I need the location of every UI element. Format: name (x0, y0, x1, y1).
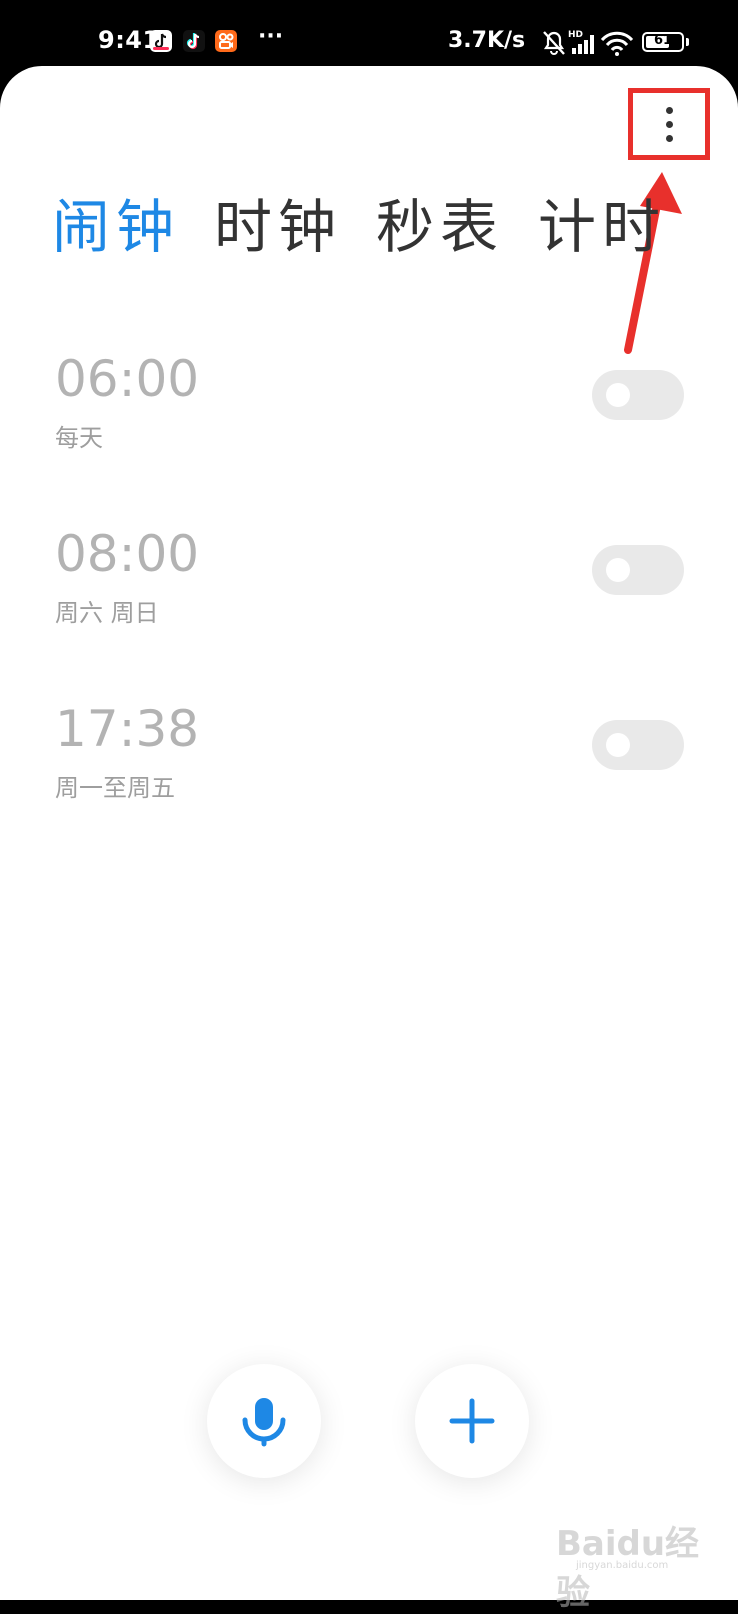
status-bar: 9:41 ··· 3.7K/s HD 61 (0, 0, 738, 66)
tiktok-lite-icon (150, 30, 172, 52)
tab-clock[interactable]: 时钟 (214, 180, 342, 264)
battery-cap (686, 38, 689, 46)
network-badge: HD (568, 30, 583, 40)
tab-stopwatch[interactable]: 秒表 (376, 180, 504, 264)
microphone-icon (242, 1398, 286, 1447)
alarm-item[interactable]: 17:38 周一至周五 (0, 700, 738, 840)
alarm-time: 17:38 (55, 700, 200, 758)
alarm-repeat: 周一至周五 (55, 774, 175, 802)
alarm-toggle[interactable] (592, 720, 684, 770)
tiktok-icon (183, 30, 205, 52)
alarm-item[interactable]: 06:00 每天 (0, 350, 738, 490)
add-alarm-button[interactable] (415, 1364, 529, 1478)
alarm-repeat: 周六 周日 (55, 599, 159, 627)
battery-level: 61 (653, 33, 673, 48)
network-speed: 3.7K/s (448, 28, 526, 53)
tab-timer[interactable]: 计时 (538, 180, 666, 264)
mute-bell-icon (543, 31, 565, 55)
baidu-watermark: Baidu经验 jingyan.baidu.com (556, 1504, 721, 1613)
wifi-icon (600, 31, 634, 56)
tab-alarm[interactable]: 闹钟 (52, 180, 180, 264)
alarm-toggle[interactable] (592, 545, 684, 595)
kuaishou-icon (215, 30, 237, 52)
voice-alarm-button[interactable] (207, 1364, 321, 1478)
alarm-toggle[interactable] (592, 370, 684, 420)
alarm-time: 06:00 (55, 350, 200, 408)
plus-icon (449, 1398, 495, 1444)
watermark-site: jingyan.baidu.com (576, 1560, 669, 1571)
alarm-repeat: 每天 (55, 424, 103, 452)
battery-icon: 61 (642, 32, 684, 52)
alarm-time: 08:00 (55, 525, 200, 583)
annotation-highlight-box (628, 88, 710, 160)
alarm-item[interactable]: 08:00 周六 周日 (0, 525, 738, 665)
tab-bar: 闹钟 时钟 秒表 计时 (52, 180, 666, 264)
more-notifications-indicator: ··· (258, 24, 284, 49)
signal-icon: HD (568, 30, 594, 54)
